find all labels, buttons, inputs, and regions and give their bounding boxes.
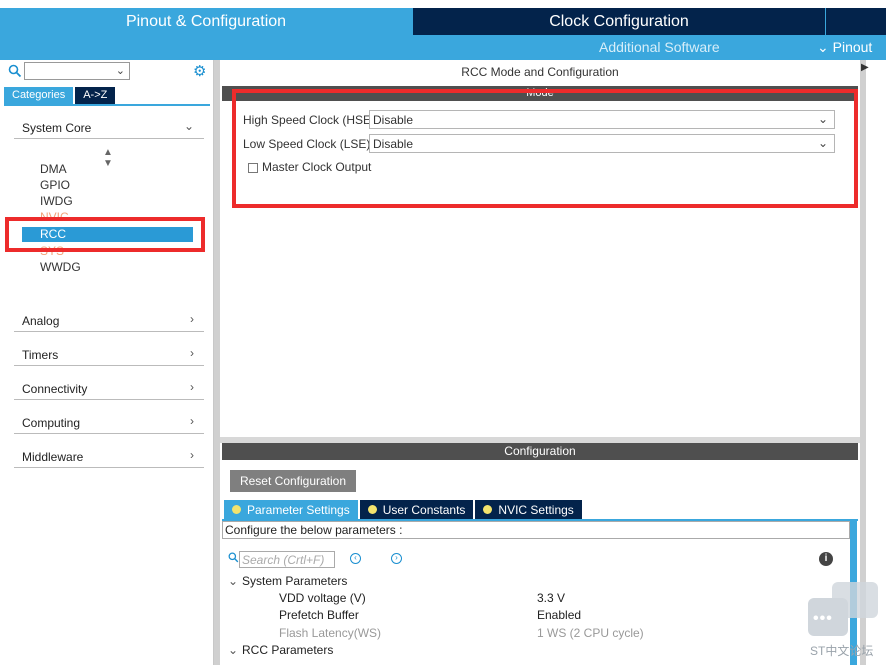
top-strip — [0, 0, 886, 8]
section-label: System Core — [22, 121, 92, 135]
category-search-input[interactable]: ⌄ — [24, 62, 130, 80]
param-value[interactable]: 1 WS (2 CPU cycle) — [537, 626, 644, 640]
category-tabs-underline — [4, 104, 210, 106]
sub-navigation: Additional Software ⌄ Pinout — [413, 35, 886, 60]
additional-software-link[interactable]: Additional Software — [599, 39, 720, 55]
chevron-right-icon: › — [190, 346, 194, 360]
tree-group-system-parameters[interactable]: ⌄ System Parameters — [228, 574, 347, 588]
section-connectivity[interactable]: Connectivity › — [14, 376, 204, 400]
chevron-down-icon: ⌄ — [228, 643, 239, 657]
search-icon — [228, 552, 239, 563]
watermark-text: ST中文论坛 — [810, 644, 874, 658]
param-name: Prefetch Buffer — [279, 608, 359, 622]
rcc-highlight-box — [5, 217, 205, 252]
category-tabs: Categories A->Z — [4, 87, 116, 104]
info-icon[interactable]: i — [819, 552, 833, 566]
app-root: Pinout & Configuration Clock Configurati… — [0, 0, 886, 665]
section-timers[interactable]: Timers › — [14, 342, 204, 366]
list-item-iwdg[interactable]: IWDG — [40, 194, 73, 208]
previous-result-icon[interactable]: ‹ — [350, 553, 361, 564]
chevron-right-icon: › — [190, 380, 194, 394]
tab-label: NVIC Settings — [498, 502, 574, 517]
section-computing[interactable]: Computing › — [14, 410, 204, 434]
gear-icon[interactable]: ⚙ — [193, 62, 206, 80]
section-middleware[interactable]: Middleware › — [14, 444, 204, 468]
tree-group-label: RCC Parameters — [242, 643, 334, 657]
param-name: Flash Latency(WS) — [279, 626, 382, 640]
chevron-down-icon: ⌄ — [183, 119, 194, 133]
check-circle-icon — [483, 505, 493, 514]
configuration-header: Configuration — [222, 443, 858, 460]
tab-a-z[interactable]: A->Z — [75, 87, 116, 104]
search-placeholder: Search (Crtl+F) — [242, 553, 325, 567]
chevron-down-icon: ⌄ — [228, 574, 239, 588]
chevron-right-icon: › — [190, 414, 194, 428]
section-analog[interactable]: Analog › — [14, 308, 204, 332]
collapse-arrow-icon[interactable]: ▶ — [861, 62, 869, 73]
tab-user-constants[interactable]: User Constants — [359, 500, 474, 519]
section-label: Computing — [22, 416, 81, 430]
pinout-menu-label: Pinout — [832, 39, 873, 55]
list-item-dma[interactable]: DMA — [40, 162, 67, 176]
tab-nvic-settings[interactable]: NVIC Settings — [475, 500, 582, 519]
chevron-right-icon: › — [190, 312, 194, 326]
left-panel-divider[interactable] — [214, 60, 220, 665]
chat-dots-icon: ••• — [813, 610, 833, 627]
params-search-input[interactable]: Search (Crtl+F) — [239, 551, 335, 568]
section-label: Connectivity — [22, 382, 88, 396]
tree-group-rcc-parameters[interactable]: ⌄ RCC Parameters — [228, 643, 333, 657]
section-label: Analog — [22, 314, 60, 328]
configure-description: Configure the below parameters : — [222, 521, 850, 539]
rcc-mode-title: RCC Mode and Configuration — [461, 65, 619, 79]
tab-parameter-settings[interactable]: Parameter Settings — [224, 500, 358, 519]
param-value[interactable]: Enabled — [537, 608, 581, 622]
reset-configuration-button[interactable]: Reset Configuration — [230, 470, 356, 492]
tab-clock-configuration[interactable]: Clock Configuration — [413, 8, 825, 35]
tab-pinout-configuration[interactable]: Pinout & Configuration — [0, 8, 412, 35]
list-item-gpio[interactable]: GPIO — [40, 178, 70, 192]
param-name: VDD voltage (V) — [279, 591, 366, 605]
tab-label: Parameter Settings — [247, 502, 350, 517]
tab-label: User Constants — [382, 502, 466, 517]
chevron-down-icon: ⌄ — [817, 39, 829, 55]
config-subtabs: Parameter Settings User Constants NVIC S… — [224, 500, 584, 519]
param-value[interactable]: 3.3 V — [537, 591, 565, 605]
check-circle-icon — [232, 505, 241, 514]
tree-group-label: System Parameters — [242, 574, 348, 588]
section-label: Timers — [22, 348, 59, 362]
list-item-wwdg[interactable]: WWDG — [40, 260, 81, 274]
mode-highlight-box — [232, 89, 858, 208]
sort-icon[interactable]: ▲ ▼ — [103, 147, 113, 169]
right-panel-scrollbar[interactable] — [860, 60, 866, 665]
search-icon — [8, 64, 22, 78]
tab-extra[interactable] — [826, 8, 886, 35]
section-system-core[interactable]: System Core ⌄ — [14, 115, 204, 139]
category-search-row — [8, 64, 22, 78]
section-label: Middleware — [22, 450, 84, 464]
chevron-down-icon: ⌄ — [115, 65, 125, 77]
tab-categories[interactable]: Categories — [4, 87, 74, 104]
pinout-menu[interactable]: ⌄ Pinout — [817, 39, 872, 56]
next-result-icon[interactable]: › — [391, 553, 402, 564]
chevron-right-icon: › — [190, 448, 194, 462]
check-circle-icon — [367, 505, 377, 514]
